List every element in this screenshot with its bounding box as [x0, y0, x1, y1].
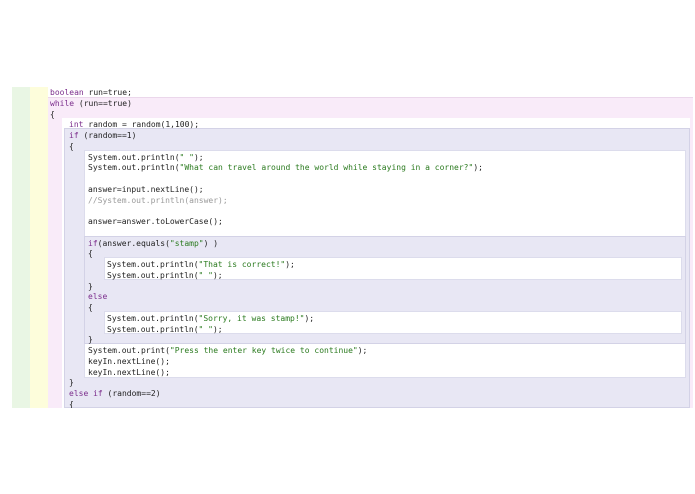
- code-token: }: [88, 335, 93, 345]
- code-token: );: [357, 346, 368, 355]
- keyword-token: else if: [69, 389, 103, 398]
- code-token: answer=answer.toLowerCase();: [88, 217, 223, 226]
- code-line[interactable]: System.out.println(" ");: [107, 324, 223, 335]
- code-token: System.out.println(: [107, 313, 199, 323]
- code-token: );: [473, 163, 483, 173]
- code-token: ) ): [203, 238, 219, 248]
- scope-gutter: [30, 87, 48, 408]
- code-token: );: [304, 313, 315, 323]
- code-line[interactable]: else: [88, 291, 107, 302]
- code-token: (run==true): [74, 98, 132, 108]
- code-token: {: [88, 303, 93, 312]
- string-token: "That is correct!": [198, 260, 286, 269]
- code-token: random = random(1,100);: [83, 120, 200, 130]
- code-line[interactable]: keyIn.nextLine();: [88, 367, 170, 378]
- code-line[interactable]: {: [69, 141, 74, 152]
- code-token: {: [88, 249, 93, 259]
- code-token: );: [193, 152, 204, 162]
- line-gutter: [12, 87, 30, 408]
- string-token: " ": [179, 152, 194, 162]
- keyword-token: else: [88, 292, 108, 302]
- code-line[interactable]: while (run==true): [50, 98, 132, 109]
- code-line[interactable]: {: [69, 399, 74, 408]
- code-token: System.out.println(: [88, 152, 180, 162]
- string-token: "stamp": [169, 238, 204, 248]
- code-line[interactable]: }: [69, 377, 74, 388]
- code-token: );: [285, 260, 295, 269]
- code-line[interactable]: }: [88, 334, 93, 345]
- code-line[interactable]: System.out.println("Sorry, it was stamp!…: [107, 313, 314, 324]
- keyword-token: if: [88, 238, 98, 248]
- code-token: answer=input.nextLine();: [88, 184, 204, 194]
- string-token: " ": [198, 324, 213, 334]
- code-line[interactable]: else if (random==2): [69, 388, 161, 399]
- keyword-token: if: [69, 131, 79, 140]
- code-token: }: [88, 281, 93, 291]
- code-line[interactable]: answer=input.nextLine();: [88, 184, 204, 195]
- code-token: keyIn.nextLine();: [88, 367, 170, 377]
- code-line[interactable]: if(answer.equals("stamp") ): [88, 238, 218, 249]
- code-token: }: [69, 378, 74, 388]
- code-token: (random==2): [102, 389, 161, 398]
- code-line[interactable]: {: [88, 248, 93, 259]
- keyword-token: boolean: [50, 88, 84, 97]
- keyword-token: int: [69, 120, 84, 130]
- code-token: {: [50, 109, 55, 119]
- code-token: );: [212, 270, 223, 280]
- string-token: "Sorry, it was stamp!": [198, 313, 305, 323]
- code-token: );: [212, 324, 223, 334]
- code-editor[interactable]: boolean run=true; while (run==true){int r…: [0, 87, 695, 408]
- code-token: System.out.println(: [107, 270, 199, 280]
- string-token: " ": [198, 270, 213, 280]
- code-line[interactable]: System.out.println(" ");: [107, 270, 223, 281]
- code-line[interactable]: System.out.println("What can travel arou…: [88, 162, 483, 173]
- code-token: keyIn.nextLine();: [88, 356, 170, 366]
- code-token: System.out.println(: [88, 163, 180, 173]
- keyword-token: while: [50, 98, 75, 108]
- code-token: (answer.equals(: [97, 238, 170, 248]
- code-token: System.out.print(: [88, 346, 170, 355]
- code-token: {: [69, 399, 74, 408]
- code-token: (random==1): [78, 131, 137, 140]
- code-line[interactable]: }: [88, 281, 93, 292]
- comment-token: //System.out.println(answer);: [88, 195, 228, 205]
- string-token: "What can travel around the world while …: [179, 163, 474, 173]
- code-line[interactable]: keyIn.nextLine();: [88, 356, 170, 367]
- code-line[interactable]: System.out.println("That is correct!");: [107, 259, 295, 270]
- code-token: System.out.println(: [107, 260, 199, 269]
- code-line[interactable]: if (random==1): [69, 130, 136, 141]
- code-line[interactable]: {: [88, 302, 93, 313]
- code-line[interactable]: answer=answer.toLowerCase();: [88, 216, 223, 227]
- code-line[interactable]: int random = random(1,100);: [69, 119, 199, 130]
- code-line[interactable]: boolean run=true;: [50, 87, 132, 98]
- code-token: {: [69, 141, 74, 151]
- code-line[interactable]: //System.out.println(answer);: [88, 195, 228, 206]
- code-token: System.out.println(: [107, 324, 199, 334]
- code-line[interactable]: {: [50, 109, 55, 120]
- code-line[interactable]: System.out.println(" ");: [88, 152, 204, 163]
- code-line[interactable]: System.out.print("Press the enter key tw…: [88, 345, 367, 356]
- code-token: run=true;: [83, 88, 132, 97]
- string-token: "Press the enter key twice to continue": [169, 346, 358, 355]
